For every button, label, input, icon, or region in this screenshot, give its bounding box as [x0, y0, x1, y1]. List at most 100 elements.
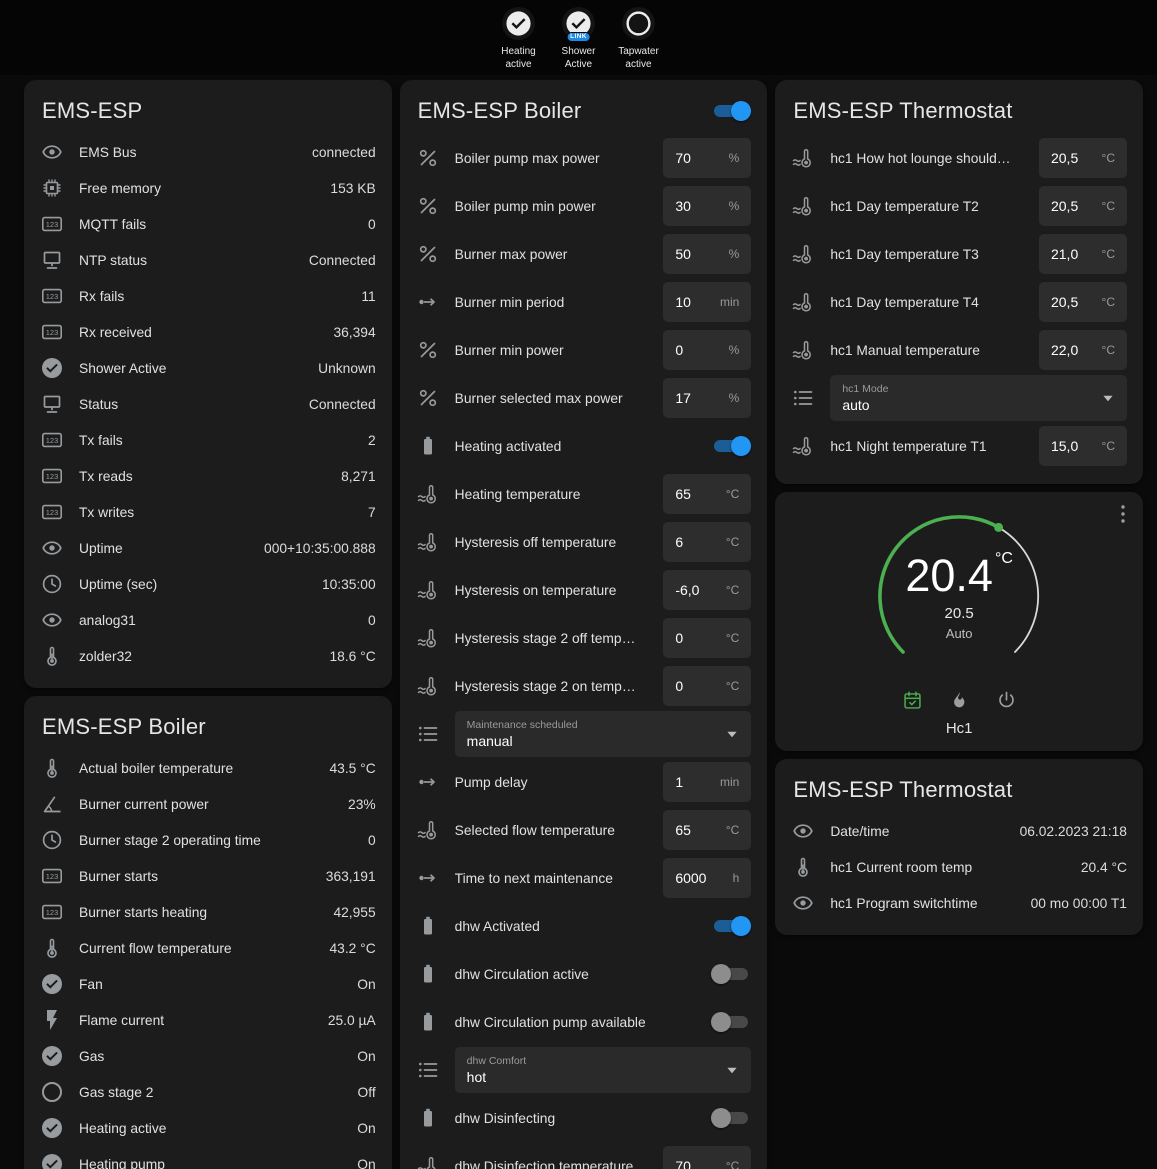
list-icon [416, 1058, 440, 1082]
entity-name: dhw Disinfecting [455, 1111, 697, 1126]
entity-row[interactable]: Free memory153 KB [40, 170, 376, 206]
svg-text:123: 123 [46, 292, 59, 301]
entity-row[interactable]: Actual boiler temperature43.5 °C [40, 750, 376, 786]
number-input[interactable]: 22,0°C [1039, 330, 1127, 370]
number-input[interactable]: 0°C [663, 618, 751, 658]
entity-name: Time to next maintenance [455, 871, 649, 886]
number-input[interactable]: 0°C [663, 666, 751, 706]
entity-row[interactable]: hc1 Program switchtime00 mo 00:00 T1 [791, 885, 1127, 921]
select-value: manual [467, 733, 716, 749]
entity-row[interactable]: analog310 [40, 602, 376, 638]
entity-name: Status [79, 397, 294, 412]
entity-row[interactable]: Burner stage 2 operating time0 [40, 822, 376, 858]
number-input[interactable]: 70% [663, 138, 751, 178]
entity-row[interactable]: Gas stage 2Off [40, 1074, 376, 1110]
number-input[interactable]: 65°C [663, 810, 751, 850]
entity-row[interactable]: 123Burner starts363,191 [40, 858, 376, 894]
entity-row[interactable]: 123Burner starts heating42,955 [40, 894, 376, 930]
number-value: 65 [675, 822, 691, 838]
entity-name: Uptime (sec) [79, 577, 307, 592]
entity-name: Burner starts heating [79, 905, 318, 920]
percent-icon [416, 194, 440, 218]
thermostat-dial[interactable]: 20.4°C20.5Auto [869, 506, 1049, 686]
number-input[interactable]: 17% [663, 378, 751, 418]
card-rows: Date/time06.02.2023 21:18hc1 Current roo… [791, 813, 1127, 921]
entity-row[interactable]: Heating activeOn [40, 1110, 376, 1146]
card-header-toggle[interactable] [711, 101, 751, 121]
dots-vertical-icon[interactable] [1111, 502, 1135, 526]
number-unit: % [729, 199, 740, 213]
entity-row[interactable]: hc1 Current room temp20.4 °C [791, 849, 1127, 885]
toggle-switch[interactable] [711, 916, 751, 936]
number-input[interactable]: 50% [663, 234, 751, 274]
header-badge-tapwater-active[interactable]: Tapwateractive [615, 7, 663, 71]
number-input[interactable]: 70°C [663, 1146, 751, 1169]
entity-row[interactable]: GasOn [40, 1038, 376, 1074]
number-input[interactable]: 20,5°C [1039, 186, 1127, 226]
entity-name: hc1 Manual temperature [830, 343, 1024, 358]
entity-value: On [357, 1157, 375, 1169]
entity-row[interactable]: Heating pumpOn [40, 1146, 376, 1169]
select-input[interactable]: hc1 Modeauto [830, 375, 1127, 421]
svg-text:123: 123 [46, 220, 59, 229]
power-icon[interactable] [996, 690, 1017, 711]
header-badge-shower-active[interactable]: LINKShowerActive [555, 7, 603, 71]
number-input[interactable]: 21,0°C [1039, 234, 1127, 274]
number-input[interactable]: -6,0°C [663, 570, 751, 610]
entity-row[interactable]: 123Tx writes7 [40, 494, 376, 530]
number-input[interactable]: 65°C [663, 474, 751, 514]
entity-name: Selected flow temperature [455, 823, 649, 838]
entity-name: Tx reads [79, 469, 326, 484]
entity-name: Burner min power [455, 343, 649, 358]
entity-row[interactable]: 123Tx fails2 [40, 422, 376, 458]
number-input[interactable]: 6000h [663, 858, 751, 898]
toggle-switch[interactable] [711, 1108, 751, 1128]
toggle-switch[interactable] [711, 964, 751, 984]
entity-row[interactable]: NTP statusConnected [40, 242, 376, 278]
entity-row[interactable]: zolder3218.6 °C [40, 638, 376, 674]
water-thermometer-icon [416, 1154, 440, 1169]
check-circle-icon [40, 1044, 64, 1068]
number-unit: °C [1102, 295, 1115, 309]
header-badges: HeatingactiveLINKShowerActiveTapwateract… [0, 0, 1157, 75]
entity-row[interactable]: Flame current25.0 µA [40, 1002, 376, 1038]
entity-name: Free memory [79, 181, 315, 196]
list-icon [416, 722, 440, 746]
number-row: Burner selected max power17% [416, 374, 752, 422]
ray-icon [416, 290, 440, 314]
toggle-switch[interactable] [711, 1012, 751, 1032]
number-input[interactable]: 20,5°C [1039, 138, 1127, 178]
entity-row[interactable]: FanOn [40, 966, 376, 1002]
number-input[interactable]: 0% [663, 330, 751, 370]
entity-row[interactable]: Date/time06.02.2023 21:18 [791, 813, 1127, 849]
entity-row[interactable]: 123Rx fails11 [40, 278, 376, 314]
card-title: EMS-ESP Boiler [418, 98, 582, 124]
entity-row[interactable]: Shower ActiveUnknown [40, 350, 376, 386]
entity-row[interactable]: 123MQTT fails0 [40, 206, 376, 242]
number-input[interactable]: 30% [663, 186, 751, 226]
entity-row[interactable]: Uptime000+10:35:00.888 [40, 530, 376, 566]
entity-row[interactable]: EMS Busconnected [40, 134, 376, 170]
toggle-switch[interactable] [711, 436, 751, 456]
number-input[interactable]: 6°C [663, 522, 751, 562]
entity-row[interactable]: Current flow temperature43.2 °C [40, 930, 376, 966]
entity-row[interactable]: 123Tx reads8,271 [40, 458, 376, 494]
number-value: -6,0 [675, 582, 699, 598]
entity-name: Actual boiler temperature [79, 761, 314, 776]
entity-row[interactable]: Uptime (sec)10:35:00 [40, 566, 376, 602]
calendar-check-icon[interactable] [902, 690, 923, 711]
number-input[interactable]: 10min [663, 282, 751, 322]
entity-row[interactable]: 123Rx received36,394 [40, 314, 376, 350]
entity-row[interactable]: Burner current power23% [40, 786, 376, 822]
number-input[interactable]: 1min [663, 762, 751, 802]
number-row: Heating temperature65°C [416, 470, 752, 518]
menu-down-icon [721, 723, 743, 745]
number-input[interactable]: 15,0°C [1039, 426, 1127, 466]
battery-icon [416, 962, 440, 986]
select-input[interactable]: Maintenance scheduledmanual [455, 711, 752, 757]
entity-row[interactable]: StatusConnected [40, 386, 376, 422]
header-badge-heating-active[interactable]: Heatingactive [495, 7, 543, 71]
fire-icon[interactable] [949, 690, 970, 711]
select-input[interactable]: dhw Comforthot [455, 1047, 752, 1093]
number-input[interactable]: 20,5°C [1039, 282, 1127, 322]
